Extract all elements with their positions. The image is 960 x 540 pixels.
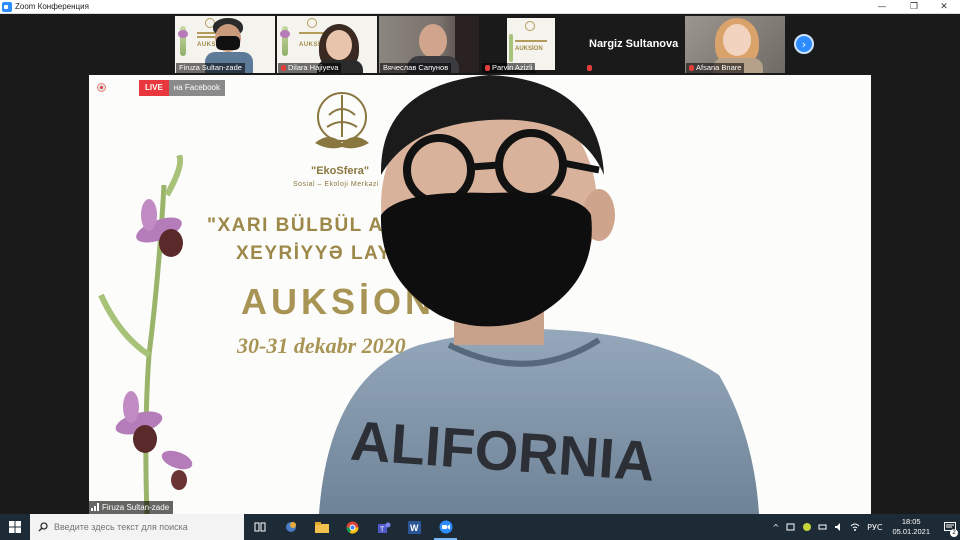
word-icon: W — [408, 520, 421, 534]
cloud-app-icon — [285, 522, 296, 532]
clock-date: 05.01.2021 — [892, 527, 930, 536]
network-status-icon[interactable] — [786, 522, 796, 532]
taskbar-app-cloud[interactable] — [275, 514, 306, 540]
face-mask — [216, 36, 240, 50]
participant-name: Firuza Sultan-zade — [176, 63, 245, 73]
clock-time: 18:05 — [901, 517, 921, 526]
speaker-person: ALIFORNIA — [319, 75, 759, 514]
notification-count-badge: 2 — [950, 529, 958, 537]
next-page-button[interactable]: › — [794, 34, 814, 54]
task-view-icon — [254, 522, 265, 532]
participant-name: Parvin Azizli — [482, 63, 536, 73]
taskbar-app-file-explorer[interactable] — [306, 514, 337, 540]
participant-display-name: Nargiz Sultanova — [589, 38, 679, 50]
participant-name: Afsana Bnare — [686, 63, 745, 73]
taskbar-app-teams[interactable]: T — [368, 514, 399, 540]
participant-tile[interactable]: Afsana Bnare — [685, 16, 785, 73]
zoom-app-icon — [2, 1, 12, 12]
svg-text:T: T — [380, 526, 385, 533]
live-label: LIVE — [139, 80, 169, 96]
close-button[interactable]: ✕ — [930, 0, 958, 14]
participant-tile[interactable]: AUKSİON Parvin Azizli — [481, 16, 581, 73]
minimize-button[interactable]: — — [868, 0, 896, 14]
title-bar: Zoom Конференция — ❐ ✕ — [0, 0, 960, 14]
action-center-button[interactable]: 2 — [940, 514, 960, 540]
wifi-icon[interactable] — [850, 522, 860, 532]
live-platform: на Facebook — [168, 80, 226, 96]
participant-tile[interactable]: AUKSİON Firuza Sultan-zade — [175, 16, 275, 73]
volume-icon[interactable] — [834, 522, 844, 532]
windows-logo-icon — [9, 521, 21, 533]
main-speaker-video[interactable]: LIVE на Facebook "EkoSfera" Sosial – Eko… — [89, 75, 871, 514]
maximize-button[interactable]: ❐ — [900, 0, 928, 14]
security-shield-icon[interactable] — [802, 522, 812, 532]
search-input[interactable] — [54, 522, 234, 532]
folder-icon — [314, 521, 329, 533]
participant-name: Вячеслав Сапунов — [380, 63, 452, 73]
windows-start-button[interactable] — [0, 514, 30, 540]
teams-icon: T — [377, 522, 390, 533]
taskbar-search-box[interactable] — [30, 514, 244, 540]
mic-muted-icon — [281, 65, 286, 71]
windows-taskbar: T W ^ РУС 18:05 05.01.2021 2 — [0, 514, 960, 540]
taskbar-clock[interactable]: 18:05 05.01.2021 — [892, 517, 930, 537]
zoom-meeting-area: AUKSİON Firuza Sultan-zade AUKSİON Dilar… — [0, 14, 960, 514]
system-tray: ^ РУС 18:05 05.01.2021 2 — [768, 514, 960, 540]
window-title: Zoom Конференция — [15, 2, 89, 11]
taskbar-app-zoom[interactable] — [430, 514, 461, 540]
zoom-icon — [439, 520, 452, 534]
taskbar-app-word[interactable]: W — [399, 514, 430, 540]
mic-muted-icon — [689, 65, 694, 71]
face-mask — [380, 192, 592, 327]
speaker-name-label: Firuza Sultan-zade — [89, 501, 174, 514]
svg-text:W: W — [410, 523, 419, 533]
chrome-icon — [346, 521, 359, 534]
participant-tile[interactable]: AUKSİON Dilara Hajiyeva — [277, 16, 377, 73]
participant-tile[interactable]: Nargiz Sultanova — [583, 16, 683, 73]
orchid-flower-image — [98, 155, 193, 514]
input-language-indicator[interactable]: РУС — [867, 523, 882, 532]
connection-signal-icon — [91, 503, 99, 511]
recording-icon — [97, 83, 106, 92]
participant-tile[interactable]: Вячеслав Сапунов — [379, 16, 479, 73]
search-icon — [38, 522, 48, 532]
mic-muted-icon — [485, 65, 490, 71]
taskbar-app-chrome[interactable] — [337, 514, 368, 540]
task-view-button[interactable] — [244, 514, 275, 540]
live-stream-badge[interactable]: LIVE на Facebook — [139, 80, 226, 96]
show-hidden-icons-chevron-icon[interactable]: ^ — [772, 523, 779, 532]
battery-icon[interactable] — [818, 522, 828, 532]
participant-name: Dilara Hajiyeva — [278, 63, 342, 73]
mic-muted-icon — [587, 65, 592, 71]
